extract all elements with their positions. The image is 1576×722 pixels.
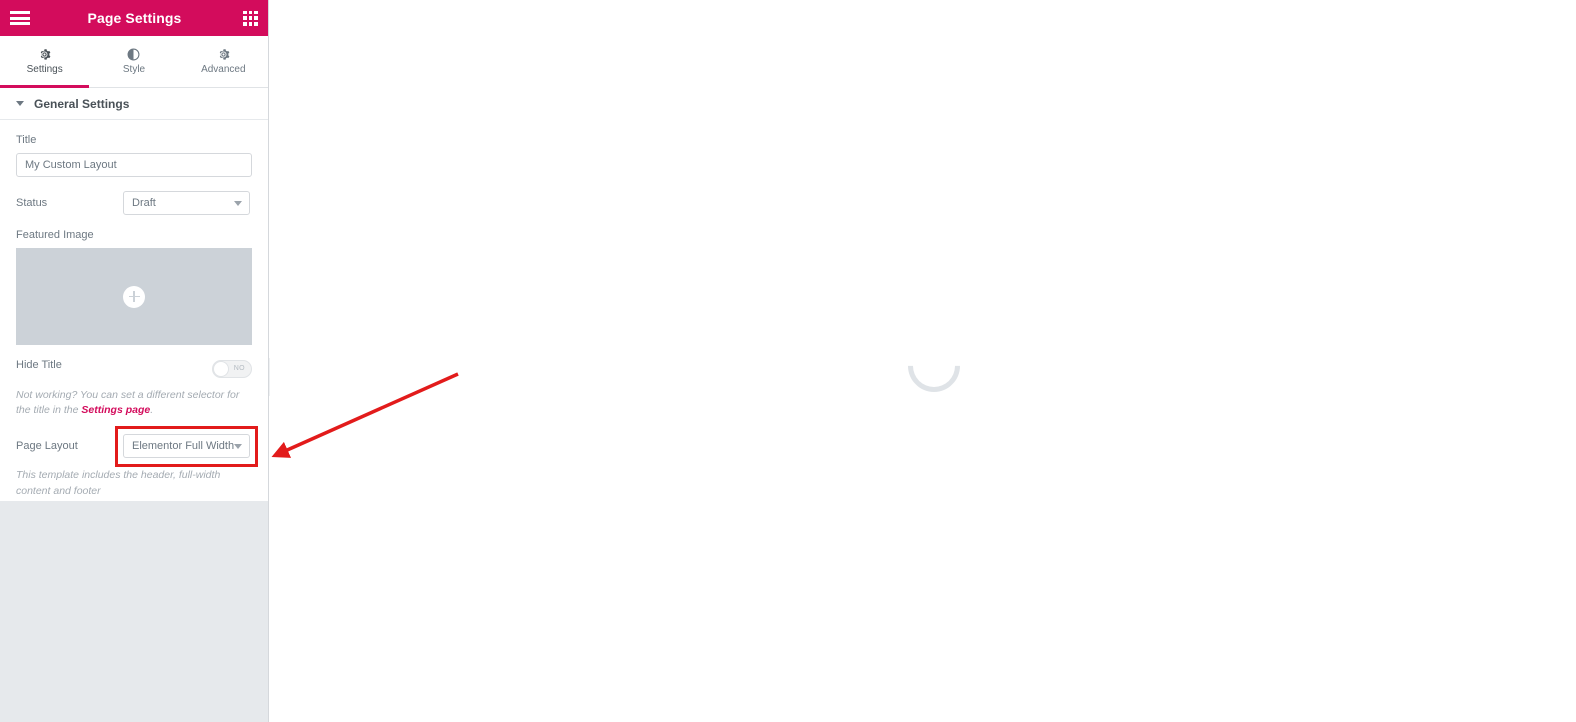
page-layout-select[interactable]: Elementor Full Width bbox=[123, 434, 250, 459]
featured-image-placeholder[interactable] bbox=[16, 248, 252, 345]
control-hide-title: Hide Title NO bbox=[16, 359, 252, 378]
control-title: Title bbox=[16, 134, 252, 177]
page-layout-description: This template includes the header, full-… bbox=[16, 469, 221, 497]
grid-cell bbox=[243, 16, 247, 20]
section-title: General Settings bbox=[34, 96, 130, 111]
help-text-after: . bbox=[150, 404, 154, 417]
panel-title: Page Settings bbox=[87, 10, 182, 26]
contrast-icon bbox=[127, 48, 140, 61]
preview-canvas[interactable] bbox=[270, 0, 1576, 722]
spinner-icon bbox=[897, 329, 971, 403]
tab-advanced[interactable]: Advanced bbox=[179, 36, 268, 87]
hamburger-bar bbox=[10, 11, 30, 14]
control-status: Status Draft bbox=[16, 191, 252, 215]
control-featured-image: Featured Image bbox=[16, 229, 252, 345]
section-header-general-settings[interactable]: General Settings bbox=[0, 88, 268, 120]
hide-title-label: Hide Title bbox=[16, 359, 62, 371]
featured-image-label: Featured Image bbox=[16, 229, 94, 241]
caret-down-icon bbox=[16, 101, 24, 106]
tab-settings[interactable]: Settings bbox=[0, 36, 90, 88]
status-label: Status bbox=[16, 197, 48, 209]
grid-apps-icon[interactable] bbox=[243, 10, 258, 26]
hide-title-toggle[interactable]: NO bbox=[212, 359, 252, 378]
page-layout-select-value[interactable]: Elementor Full Width bbox=[123, 434, 250, 459]
grid-cell bbox=[254, 16, 258, 20]
grid-cell bbox=[243, 10, 247, 15]
gear-icon bbox=[38, 48, 51, 61]
toggle-state-label: NO bbox=[233, 365, 245, 372]
hamburger-menu-icon[interactable] bbox=[10, 11, 30, 25]
control-page-layout: Page Layout Elementor Full Width bbox=[16, 434, 252, 459]
elementor-editor-panel: Page Settings Settings Style Advanced Ge… bbox=[0, 0, 269, 722]
toggle-knob bbox=[213, 360, 229, 377]
grid-cell bbox=[254, 10, 258, 15]
hamburger-bar bbox=[10, 22, 30, 25]
grid-cell bbox=[248, 21, 253, 26]
panel-tabs: Settings Style Advanced bbox=[0, 36, 268, 88]
grid-cell bbox=[248, 10, 253, 15]
tab-settings-label: Settings bbox=[26, 64, 63, 75]
grid-cell bbox=[248, 16, 253, 20]
tab-style-label: Style bbox=[122, 64, 146, 75]
panel-header: Page Settings bbox=[0, 0, 268, 36]
page-layout-label: Page Layout bbox=[16, 440, 78, 453]
status-select-value[interactable]: Draft bbox=[123, 191, 250, 215]
settings-page-link[interactable]: Settings page bbox=[81, 404, 150, 416]
gear-icon bbox=[217, 48, 230, 61]
hamburger-bar bbox=[10, 16, 30, 20]
status-select[interactable]: Draft bbox=[123, 191, 250, 215]
grid-cell bbox=[254, 21, 258, 26]
panel-content: Title Status Draft Featured Image Hide T… bbox=[0, 120, 268, 501]
tab-style[interactable]: Style bbox=[89, 36, 178, 87]
title-label: Title bbox=[16, 134, 37, 146]
grid-cell bbox=[243, 21, 247, 26]
tab-advanced-label: Advanced bbox=[201, 64, 246, 75]
title-input[interactable] bbox=[16, 153, 252, 177]
plus-icon[interactable] bbox=[123, 285, 145, 308]
hide-title-help-text: Not working? You can set a different sel… bbox=[16, 388, 252, 418]
